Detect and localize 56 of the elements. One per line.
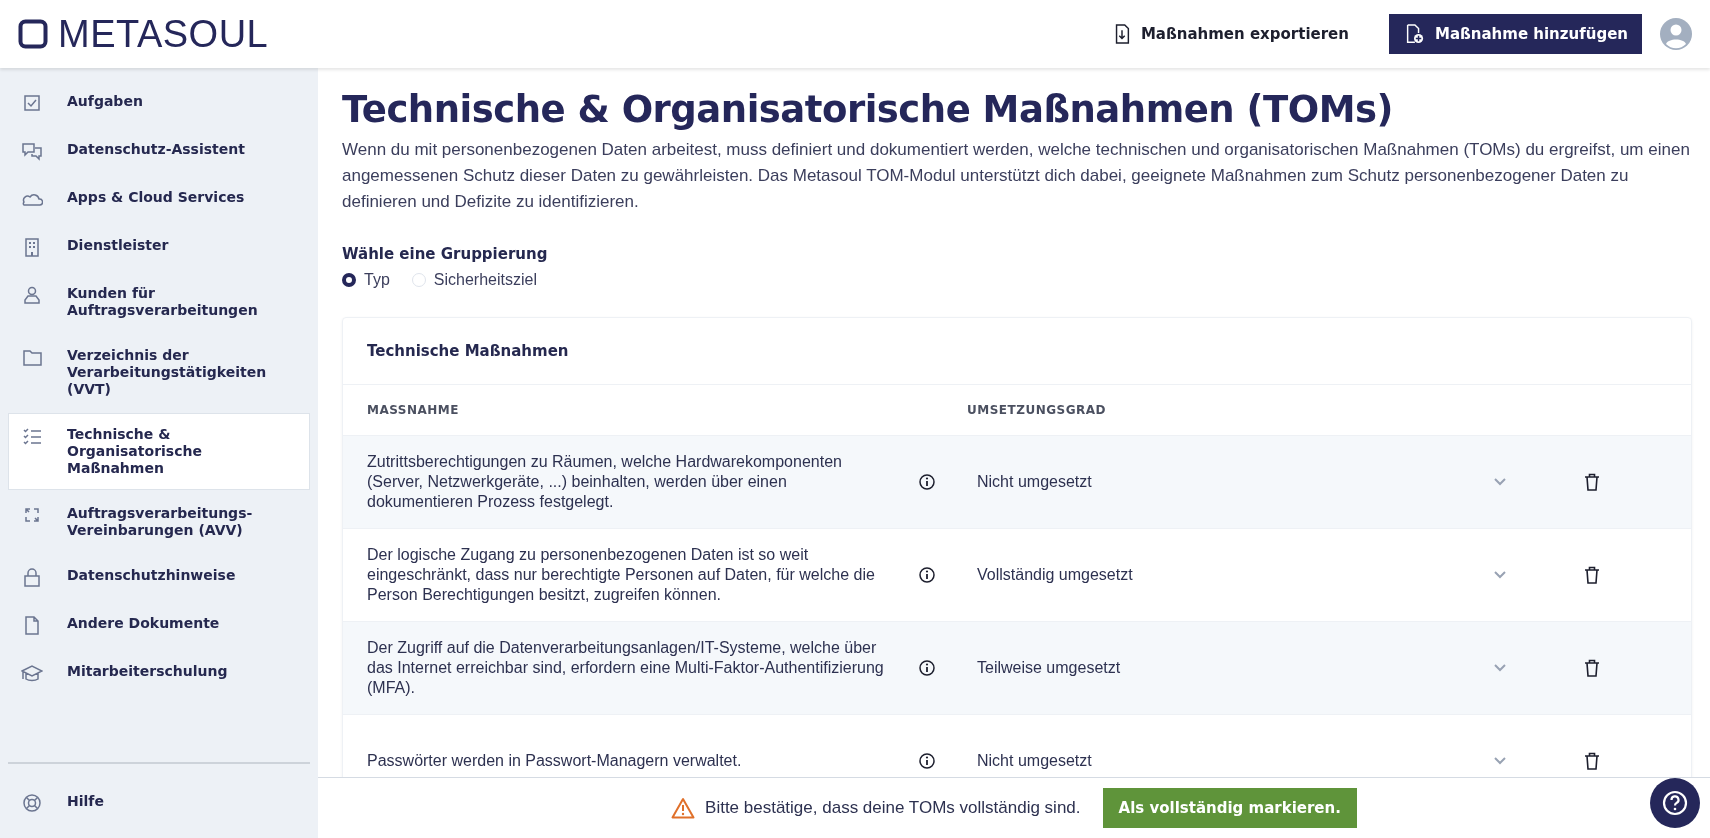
info-icon[interactable] <box>919 474 935 490</box>
add-button[interactable]: Maßnahme hinzufügen <box>1388 14 1642 54</box>
chevron-icon <box>1493 477 1507 487</box>
measure-text: Passwörter werden in Passwort-Managern verwaltet. <box>367 751 743 771</box>
graduation-cap-icon <box>21 663 43 683</box>
trash-icon[interactable] <box>1584 473 1600 491</box>
person-icon <box>21 285 43 305</box>
radio-option[interactable]: Typ <box>342 271 390 289</box>
export-link[interactable]: Maßnahmen exportieren <box>1104 23 1355 45</box>
checkbox-icon <box>21 93 43 113</box>
column-header: MASSNAHME <box>367 403 460 417</box>
trash-icon[interactable] <box>1584 752 1600 770</box>
nav-item[interactable]: Kunden für Auftragsverarbeitungen <box>8 272 310 332</box>
nav-item[interactable]: Dienstleister <box>8 224 310 270</box>
description-text: Wenn du mit personenbezogenen Daten arbeitest, muss definiert und dokumentiert werden, welche technischen und organisatorischen Maßnahmen (TOMs) du ergreifst, um einen angemessenen Schutz dieser Daten zu gewährleisten. Das Metasoul TOM-Modul unterstützt dich dabei, geeignete Maßnahmen zum Schutz personenbezogener Daten zu definieren und Defizite zu identifizieren. <box>342 139 1691 213</box>
status-select[interactable]: Nicht umgesetzt <box>967 741 1517 781</box>
lifebuoy-icon <box>21 793 43 813</box>
info-icon[interactable] <box>919 567 935 583</box>
speech-bubbles-icon <box>21 141 43 161</box>
trash-icon[interactable] <box>1584 659 1600 677</box>
nav-item[interactable]: Aufgaben <box>8 80 310 126</box>
radio-option[interactable]: Sicherheitsziel <box>411 271 537 289</box>
nav-item[interactable]: Auftragsverarbeitungs-Vereinbarungen (AVV) <box>8 492 310 552</box>
nav-item[interactable]: Datenschutzhinweise <box>8 554 310 600</box>
status-select[interactable]: Nicht umgesetzt <box>967 462 1517 502</box>
nav-item[interactable]: Verzeichnis der Verarbeitungstätigkeiten (VVT) <box>8 334 310 411</box>
status-select[interactable]: Vollständig umgesetzt <box>967 555 1517 595</box>
nav-item[interactable]: Apps & Cloud Services <box>8 176 310 222</box>
measure-text: Zutrittsberechtigungen zu Räumen, welche Hardwarekomponenten (Server, Netzwerkgeräte, ...) beinhalten, werden über einen dokumentieren Prozess festgelegt. <box>367 452 843 512</box>
nav-item[interactable]: Andere Dokumente <box>8 602 310 648</box>
chevron-icon <box>1493 756 1507 766</box>
warning-message: Bitte bestätige, dass deine TOMs vollständig sind. <box>705 798 1081 818</box>
folder-icon <box>21 347 43 367</box>
nav-item[interactable]: Datenschutz-Assistent <box>8 128 310 174</box>
page-title: Technische & Organisatorische Maßnahmen (TOMs) <box>342 88 1394 131</box>
logo-text: METASOUL <box>58 12 269 56</box>
mark-complete-button[interactable]: Als vollständig markieren. <box>1102 788 1357 828</box>
grouping-label: Wähle eine Gruppierung <box>342 245 549 263</box>
lock-icon <box>21 567 43 587</box>
nav-item[interactable]: Technische & Organisatorische Maßnahmen <box>8 413 310 490</box>
info-icon[interactable] <box>919 660 935 676</box>
trash-icon[interactable] <box>1584 566 1600 584</box>
column-header: UMSETZUNGSGRAD <box>967 403 1108 417</box>
measure-text: Der logische Zugang zu personenbezogenen Daten ist so weit eingeschränkt, dass nur berechtigte Personen auf Daten, für welche die Person Berechtigungen besitzt, zugreifen können. <box>367 545 876 605</box>
logo-icon <box>18 19 48 49</box>
chevron-icon <box>1493 663 1507 673</box>
info-icon[interactable] <box>919 753 935 769</box>
checklist-icon <box>21 426 43 446</box>
chevron-icon <box>1493 570 1507 580</box>
question-icon <box>1662 790 1688 816</box>
status-select[interactable]: Teilweise umgesetzt <box>967 648 1517 688</box>
nav-item[interactable]: Hilfe <box>8 780 117 826</box>
nav-item[interactable]: Mitarbeiterschulung <box>8 650 310 696</box>
warning-icon <box>671 797 696 819</box>
card-title: Technische Maßnahmen <box>343 318 1691 385</box>
measure-text: Der Zugriff auf die Datenverarbeitungsanlagen/IT-Systeme, welche über das Internet erreichbar sind, erfordern eine Multi-Faktor-Authentifizierung (MFA). <box>367 638 885 698</box>
